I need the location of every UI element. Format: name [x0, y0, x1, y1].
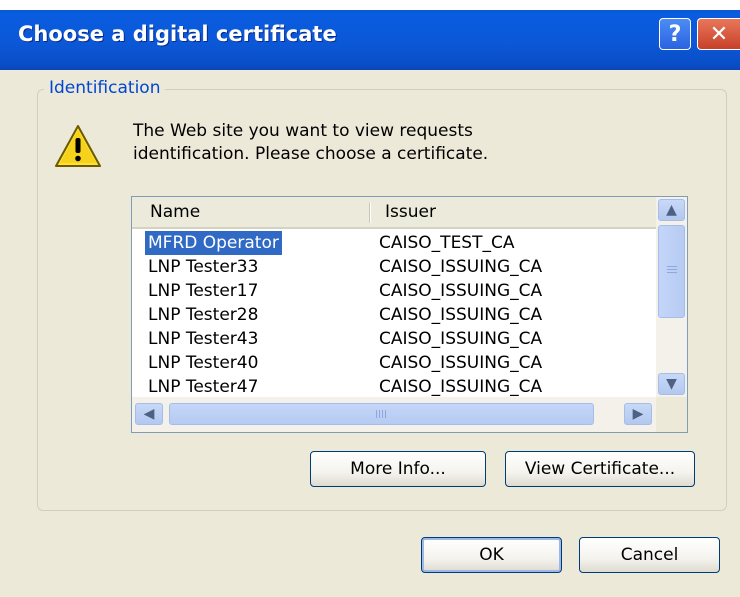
ok-button[interactable]: OK: [421, 537, 562, 573]
chevron-right-icon[interactable]: ▶: [624, 403, 652, 425]
warning-icon: [55, 125, 101, 167]
chevron-up-icon[interactable]: ▲: [658, 199, 685, 221]
column-divider[interactable]: [369, 203, 371, 223]
cell-issuer: CAISO_ISSUING_CA: [379, 281, 543, 301]
list-row[interactable]: MFRD Operator CAISO_TEST_CA: [132, 231, 656, 255]
column-header-issuer[interactable]: Issuer: [385, 197, 645, 227]
dialog-body: Identification The Web site you want to …: [0, 70, 740, 597]
window-title: Choose a digital certificate: [18, 22, 337, 46]
cell-name: MFRD Operator: [145, 231, 282, 255]
cell-issuer: CAISO_ISSUING_CA: [379, 329, 543, 349]
view-certificate-button[interactable]: View Certificate...: [505, 451, 695, 487]
list-header: Name Issuer: [132, 197, 656, 229]
chevron-down-icon[interactable]: ▼: [658, 373, 685, 395]
list-row[interactable]: LNP Tester40 CAISO_ISSUING_CA: [132, 351, 656, 375]
list-rows: MFRD Operator CAISO_TEST_CA LNP Tester33…: [132, 231, 656, 399]
more-info-button[interactable]: More Info...: [310, 451, 486, 487]
cell-name: LNP Tester33: [148, 257, 259, 277]
vertical-scroll-thumb[interactable]: [658, 225, 685, 318]
horizontal-scrollbar[interactable]: ◀ ▶: [132, 397, 687, 432]
cell-name: LNP Tester17: [148, 281, 259, 301]
column-header-name[interactable]: Name: [150, 197, 360, 227]
cell-issuer: CAISO_ISSUING_CA: [379, 353, 543, 373]
chevron-left-icon[interactable]: ◀: [135, 403, 163, 425]
list-row[interactable]: LNP Tester43 CAISO_ISSUING_CA: [132, 327, 656, 351]
close-button[interactable]: ✕: [697, 18, 740, 50]
horizontal-scroll-thumb[interactable]: [169, 403, 594, 425]
title-bar[interactable]: Choose a digital certificate ? ✕: [0, 0, 740, 70]
cell-name: LNP Tester28: [148, 305, 259, 325]
list-row[interactable]: LNP Tester28 CAISO_ISSUING_CA: [132, 303, 656, 327]
groupbox-legend: Identification: [44, 78, 166, 98]
list-row[interactable]: LNP Tester47 CAISO_ISSUING_CA: [132, 375, 656, 399]
cell-issuer: CAISO_ISSUING_CA: [379, 305, 543, 325]
message-line-2: identification. Please choose a certific…: [133, 144, 489, 164]
grip-icon: [667, 266, 677, 274]
list-row[interactable]: LNP Tester33 CAISO_ISSUING_CA: [132, 255, 656, 279]
background-window-strip: [0, 0, 740, 10]
vertical-scrollbar[interactable]: ▲ ▼: [656, 197, 687, 397]
scrollbar-corner: [656, 397, 687, 432]
help-button[interactable]: ?: [659, 18, 691, 50]
certificate-list[interactable]: Name Issuer MFRD Operator CAISO_TEST_CA …: [131, 196, 688, 433]
grip-icon: [376, 410, 386, 418]
cell-issuer: CAISO_ISSUING_CA: [379, 257, 543, 277]
cell-issuer: CAISO_TEST_CA: [379, 233, 515, 253]
cell-name: LNP Tester47: [148, 377, 259, 397]
cell-issuer: CAISO_ISSUING_CA: [379, 377, 543, 397]
cell-name: LNP Tester40: [148, 353, 259, 373]
cancel-button[interactable]: Cancel: [579, 537, 720, 573]
message-line-1: The Web site you want to view requests: [133, 121, 473, 141]
cell-name: LNP Tester43: [148, 329, 259, 349]
list-row[interactable]: LNP Tester17 CAISO_ISSUING_CA: [132, 279, 656, 303]
message-text: The Web site you want to view requests i…: [133, 120, 553, 166]
